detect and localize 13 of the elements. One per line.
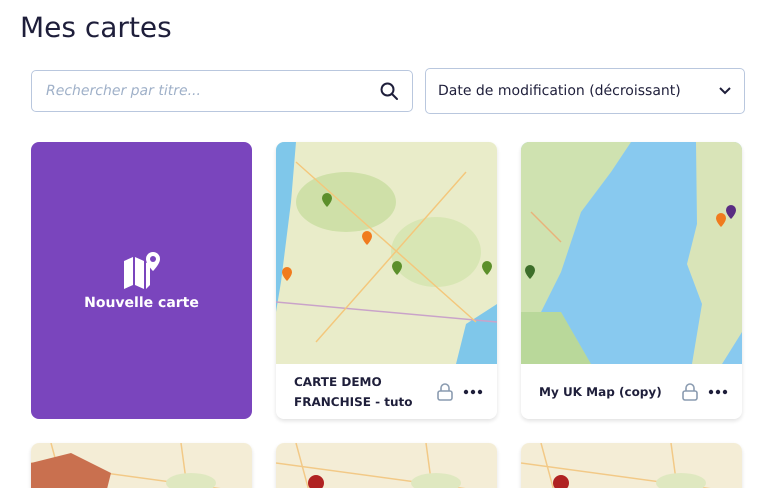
new-map-button[interactable]: Nouvelle carte — [31, 142, 252, 419]
page-title: Mes cartes — [20, 10, 173, 46]
lock-icon[interactable] — [437, 382, 453, 400]
map-title[interactable]: My UK Map (copy) — [539, 382, 672, 402]
more-options-icon[interactable] — [463, 388, 483, 394]
sort-dropdown[interactable]: Date de modification (décroissant) — [425, 68, 745, 114]
search-icon — [379, 81, 399, 101]
chevron-down-icon — [718, 86, 732, 96]
lock-icon[interactable] — [682, 382, 698, 400]
more-options-icon[interactable] — [708, 388, 728, 394]
map-pin-icon — [122, 250, 162, 288]
map-title[interactable]: CARTE DEMO FRANCHISE - tuto — [294, 372, 427, 412]
search-field[interactable]: Rechercher par titre... — [31, 70, 413, 112]
